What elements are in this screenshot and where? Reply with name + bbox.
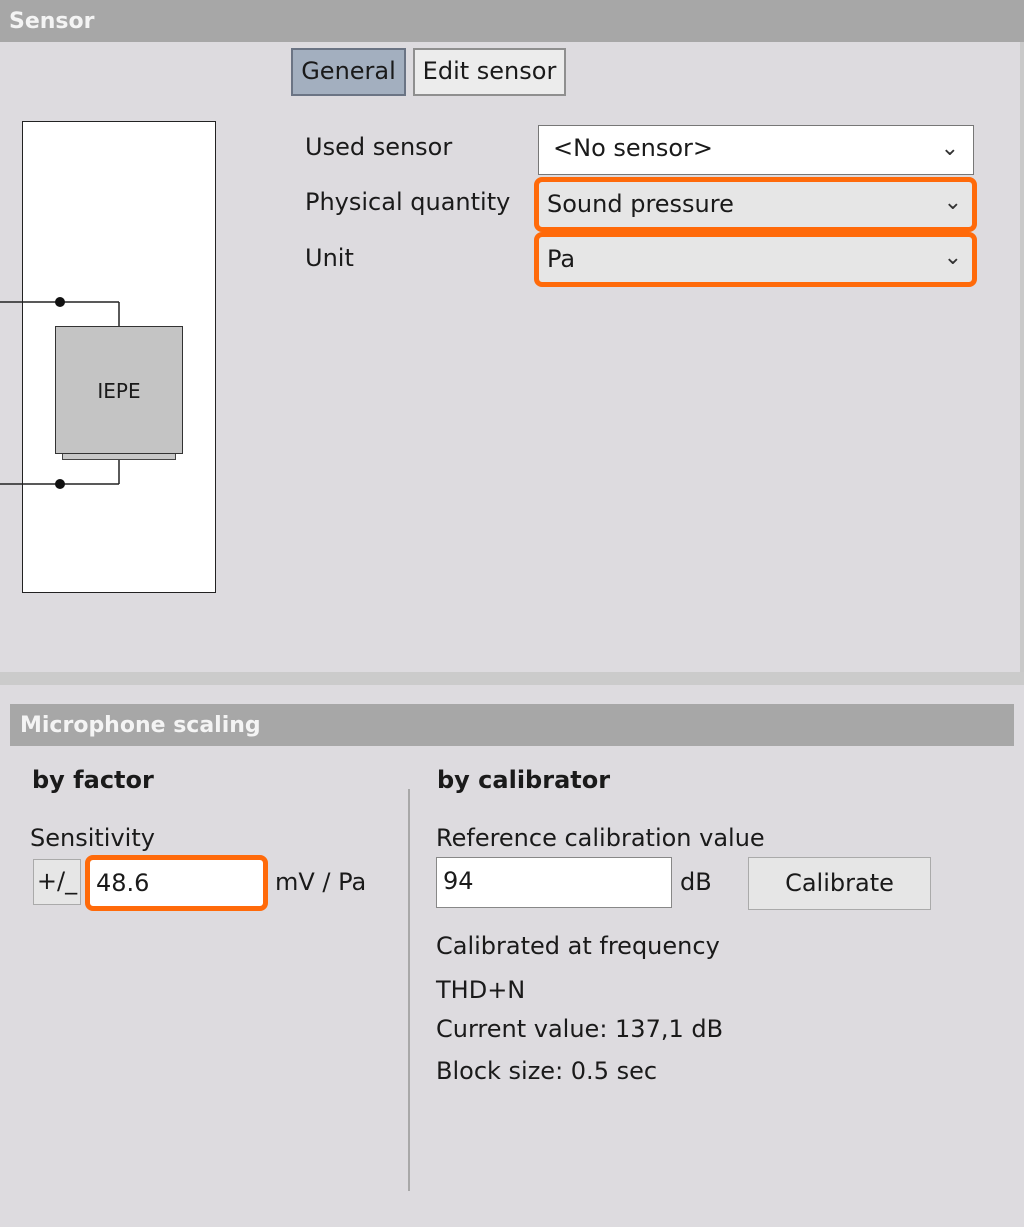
physical-quantity-label: Physical quantity bbox=[305, 188, 511, 216]
sensitivity-unit: mV / Pa bbox=[275, 868, 367, 896]
calibrate-button[interactable]: Calibrate bbox=[748, 857, 931, 910]
section-separator bbox=[0, 672, 1024, 685]
sensitivity-label: Sensitivity bbox=[30, 824, 155, 852]
sensitivity-input[interactable]: 48.6 bbox=[85, 855, 268, 911]
reference-calibration-input[interactable]: 94 bbox=[436, 857, 672, 908]
thd-n-text: THD+N bbox=[436, 976, 526, 1004]
tab-general[interactable]: General bbox=[291, 48, 406, 96]
chevron-down-icon: ⌄ bbox=[943, 245, 962, 270]
unit-value: Pa bbox=[547, 245, 576, 273]
physical-quantity-value: Sound pressure bbox=[547, 190, 734, 218]
vertical-divider bbox=[408, 789, 410, 1191]
by-factor-title: by factor bbox=[32, 766, 154, 794]
physical-quantity-dropdown[interactable]: Sound pressure ⌄ bbox=[534, 177, 977, 232]
reference-unit: dB bbox=[680, 868, 712, 896]
chevron-down-icon: ⌄ bbox=[940, 136, 959, 161]
sensor-section-header: Sensor bbox=[0, 0, 1024, 42]
block-size-text: Block size: 0.5 sec bbox=[436, 1057, 658, 1085]
chevron-down-icon: ⌄ bbox=[943, 190, 962, 215]
used-sensor-label: Used sensor bbox=[305, 133, 453, 161]
reference-calibration-label: Reference calibration value bbox=[436, 824, 765, 852]
current-value-text: Current value: 137,1 dB bbox=[436, 1015, 724, 1043]
unit-dropdown[interactable]: Pa ⌄ bbox=[534, 232, 977, 287]
used-sensor-dropdown[interactable]: <No sensor> ⌄ bbox=[538, 125, 974, 175]
used-sensor-value: <No sensor> bbox=[553, 134, 714, 162]
calibrated-frequency-text: Calibrated at frequency bbox=[436, 932, 720, 960]
iepe-sensor-block: IEPE bbox=[55, 326, 183, 454]
microphone-scaling-header: Microphone scaling bbox=[10, 704, 1014, 746]
sign-toggle-button[interactable]: +/_ bbox=[33, 859, 81, 905]
tab-edit-sensor[interactable]: Edit sensor bbox=[413, 48, 566, 96]
unit-label: Unit bbox=[305, 244, 354, 272]
by-calibrator-title: by calibrator bbox=[437, 766, 611, 794]
